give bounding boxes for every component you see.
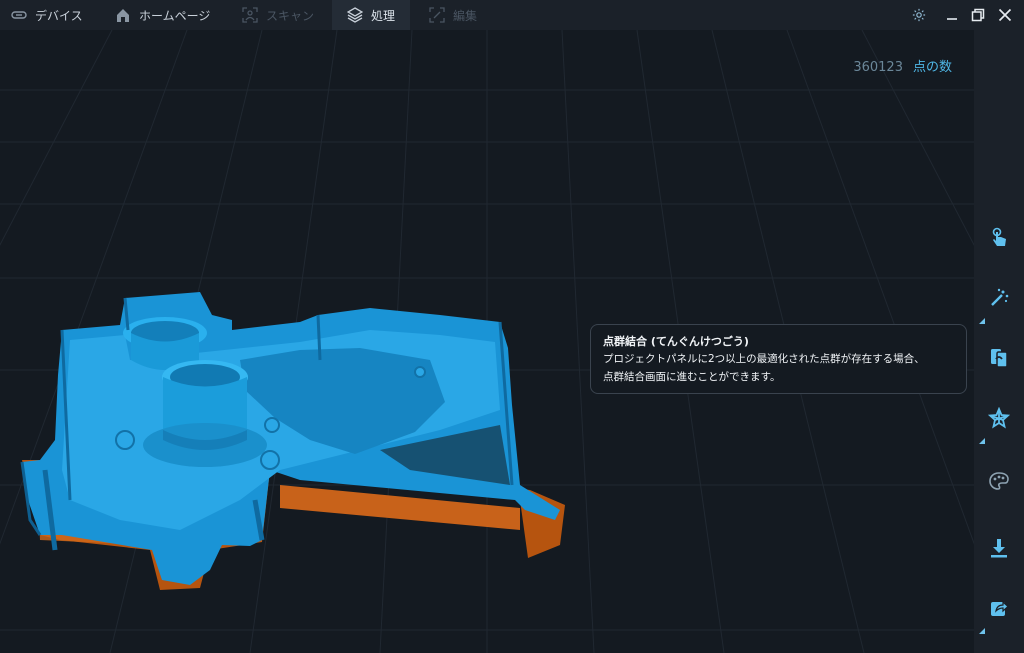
settings-icon[interactable] [908,4,930,26]
tab-scan[interactable]: スキャン [233,0,329,30]
tab-home[interactable]: ホームページ [106,0,218,30]
home-icon [114,6,132,24]
share-submenu-indicator [979,628,985,634]
3d-viewport[interactable]: 360123 点の数 点群結合 (てんぐんけつごう) プロジェクトパネルに2つ以… [0,30,974,653]
share-icon[interactable] [974,588,1024,628]
layers-icon [346,6,364,24]
edit-icon [428,6,446,24]
minimize-icon[interactable] [941,4,963,26]
touch-icon[interactable] [974,218,1024,258]
touch-submenu-indicator [979,318,985,324]
close-icon[interactable] [994,4,1016,26]
tab-edit[interactable]: 編集 [420,0,500,30]
tab-device[interactable]: デバイス [6,0,98,30]
mesh-star-icon[interactable] [974,398,1024,438]
scan-icon [241,6,259,24]
top-tab-bar: デバイス ホームページ スキャン 処理 編集 [0,0,1024,30]
merge-icon[interactable] [974,338,1024,378]
point-count-label: 点の数 [912,60,952,75]
mesh-submenu-indicator [979,438,985,444]
tab-home-label: ホームページ [139,8,211,23]
link-icon [10,6,28,24]
magic-wand-icon[interactable] [974,278,1024,318]
merge-tooltip: 点群結合 (てんぐんけつごう) プロジェクトパネルに2つ以上の最適化された点群が… [590,324,967,394]
tab-process[interactable]: 処理 [332,0,410,30]
palette-icon[interactable] [974,461,1024,501]
tooltip-title: 点群結合 (てんぐんけつごう) [603,335,749,348]
tab-device-label: デバイス [35,8,83,23]
restore-icon[interactable] [967,4,989,26]
tab-process-label: 処理 [371,8,396,23]
tab-edit-label: 編集 [453,8,478,23]
point-count: 360123 点の数 [853,56,952,75]
tooltip-line-2: 点群結合画面に進むことができます。 [603,371,781,383]
tab-scan-label: スキャン [266,8,315,23]
point-count-value: 360123 [853,60,903,75]
download-icon[interactable] [974,528,1024,568]
tooltip-line-1: プロジェクトパネルに2つ以上の最適化された点群が存在する場合、 [603,353,925,365]
